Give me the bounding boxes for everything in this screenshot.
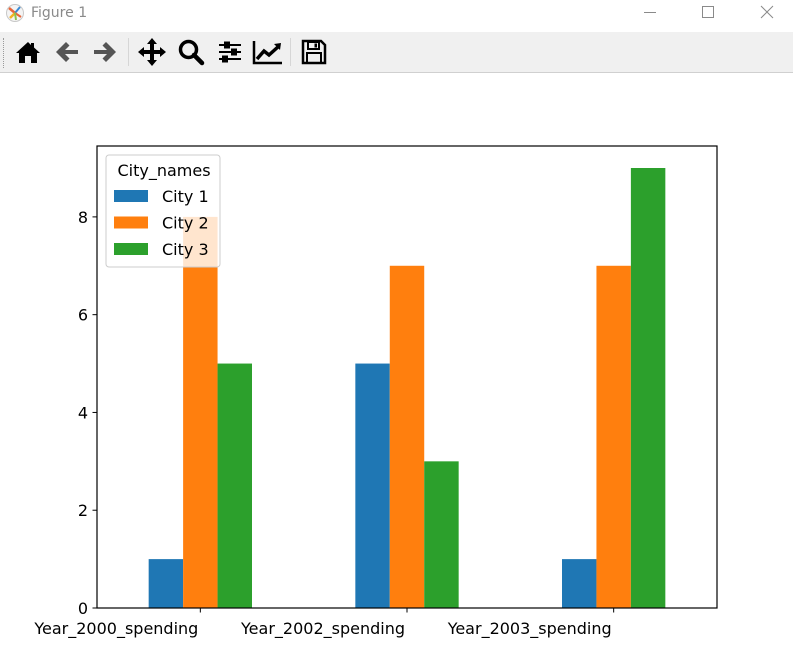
minimize-button[interactable]: [627, 0, 673, 28]
pan-button[interactable]: [135, 35, 169, 69]
save-icon: [301, 39, 327, 65]
x-axis: Year_2000_spending Year_2002_spending Year…: [33, 608, 615, 639]
bars-group: [148, 168, 666, 608]
legend-swatch: [114, 243, 148, 255]
maximize-icon: [702, 6, 714, 18]
zoom-button[interactable]: [174, 35, 208, 69]
toolbar-separator: [128, 38, 129, 66]
y-tick-label: 4: [78, 403, 88, 422]
legend-label: City 2: [162, 214, 209, 233]
legend-label: City 3: [162, 240, 209, 259]
toolbar-separator: [290, 38, 291, 66]
line-chart-icon: [252, 41, 282, 65]
app-icon: [6, 4, 24, 22]
x-tick-label: Year_2002_spending: [240, 619, 405, 639]
window-title: Figure 1: [31, 5, 88, 21]
back-button[interactable]: [50, 35, 84, 69]
legend-title: City_names: [117, 161, 210, 181]
save-button[interactable]: [297, 35, 331, 69]
sliders-icon: [219, 41, 241, 63]
bar-city-1-year_2003_spending: [562, 559, 597, 608]
y-tick-label: 6: [78, 306, 88, 325]
y-tick-label: 0: [78, 599, 88, 618]
legend-swatch: [114, 190, 148, 202]
close-icon: [760, 5, 774, 19]
navigation-toolbar: [0, 32, 793, 73]
forward-button[interactable]: [88, 35, 122, 69]
edit-axis-button[interactable]: [251, 35, 285, 69]
minimize-icon: [644, 12, 656, 13]
bar-city-3-year_2003_spending: [630, 168, 666, 608]
close-button[interactable]: [744, 0, 790, 28]
arrow-right-icon: [94, 42, 116, 62]
bar-city-2-year_2000_spending: [183, 216, 218, 608]
bar-city-3-year_2000_spending: [217, 363, 252, 608]
home-icon: [16, 42, 40, 63]
bar-city-1-year_2000_spending: [148, 559, 184, 608]
arrow-left-icon: [56, 42, 78, 62]
legend-label: City 1: [162, 187, 209, 206]
subplots-button[interactable]: [213, 35, 247, 69]
y-tick-label: 2: [78, 501, 88, 520]
home-button[interactable]: [11, 35, 45, 69]
legend: City_names City 1 City 2 City 3: [105, 154, 221, 268]
figure-canvas[interactable]: 0 2 4 6 8 Year_2000_spending Year_2002_spendi…: [0, 73, 793, 647]
bar-city-3-year_2002_spending: [424, 461, 459, 608]
y-tick-label: 8: [78, 208, 88, 227]
x-tick-label: Year_2003_spending: [447, 619, 612, 639]
bar-city-2-year_2003_spending: [596, 265, 631, 608]
x-tick-label: Year_2000_spending: [33, 619, 198, 639]
legend-swatch: [114, 216, 148, 229]
zoom-icon: [178, 39, 205, 66]
move-icon: [138, 38, 166, 66]
y-axis: 0 2 4 6 8: [78, 208, 97, 618]
bar-city-1-year_2002_spending: [355, 363, 390, 608]
bar-city-2-year_2002_spending: [389, 265, 425, 608]
toolbar-grip[interactable]: [3, 38, 6, 68]
maximize-button[interactable]: [685, 0, 731, 28]
title-bar: Figure 1: [0, 0, 793, 31]
